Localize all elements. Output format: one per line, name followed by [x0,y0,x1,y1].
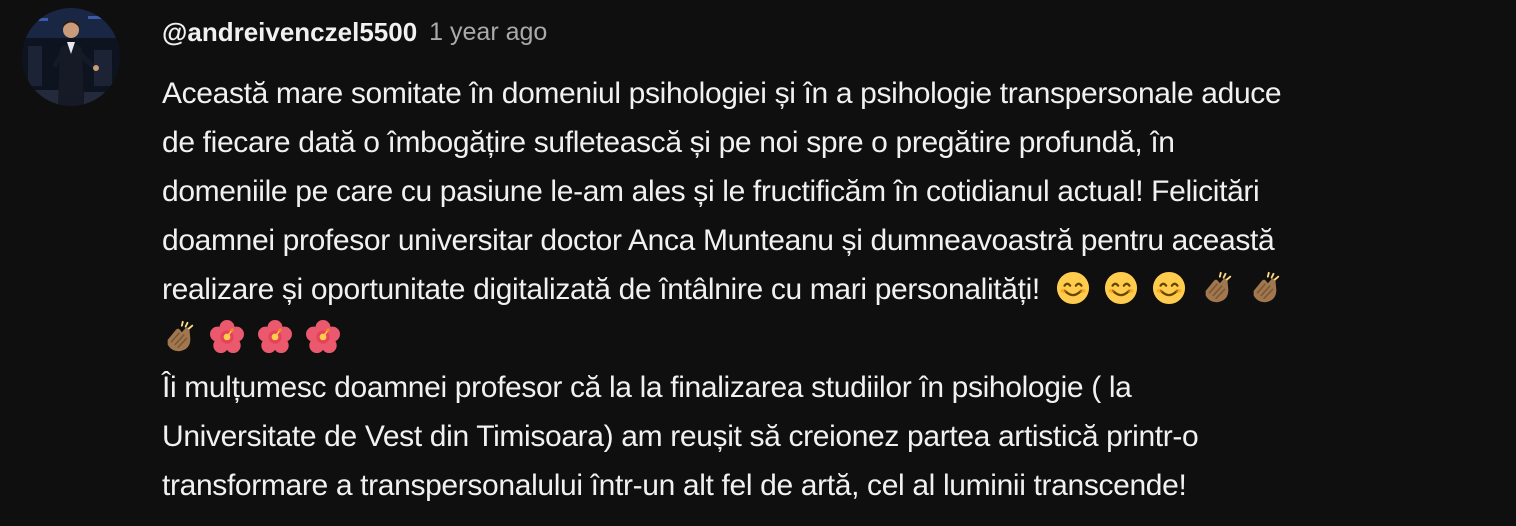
comment-line: Îi mulțumesc doamnei profesor că la la f… [162,371,1132,404]
comment-body: @andreivenczel5500 1 year ago Această ma… [162,12,1512,510]
emoji-line [162,314,1512,363]
comment-line: de fiecare dată o îmbogățire sufletească… [162,126,1175,159]
comment-text: Această mare somitate în domeniul psihol… [162,69,1512,510]
comment-line: transformare a transpersonalului într-un… [162,469,1187,502]
comment-line-with-emojis: realizare și oportunitate digitalizată d… [162,265,1512,314]
clapping-hands-emoji [1200,271,1234,305]
clapping-hands-emoji [162,320,196,354]
smiling-face-emoji [1152,271,1186,305]
hibiscus-emoji [210,320,244,354]
smiling-face-emoji [1104,271,1138,305]
hibiscus-emoji [258,320,292,354]
comment-line: Această mare somitate în domeniul psihol… [162,77,1282,110]
comment-line: Universitate de Vest din Timisoara) am r… [162,420,1199,453]
avatar-image [22,8,120,106]
comment-line: doamnei profesor universitar doctor Anca… [162,224,1275,257]
clapping-hands-emoji [1248,271,1282,305]
author-name[interactable]: @andreivenczel5500 [162,17,417,48]
comment-header: @andreivenczel5500 1 year ago [162,12,1512,52]
comment-thread: @andreivenczel5500 1 year ago Această ma… [0,0,1516,526]
avatar[interactable] [22,8,120,106]
smiling-face-emoji [1056,271,1090,305]
comment-line-text: realizare și oportunitate digitalizată d… [162,273,1040,306]
comment-timestamp[interactable]: 1 year ago [429,18,547,47]
hibiscus-emoji [306,320,340,354]
comment-line: domeniile pe care cu pasiune le-am ales … [162,175,1260,208]
